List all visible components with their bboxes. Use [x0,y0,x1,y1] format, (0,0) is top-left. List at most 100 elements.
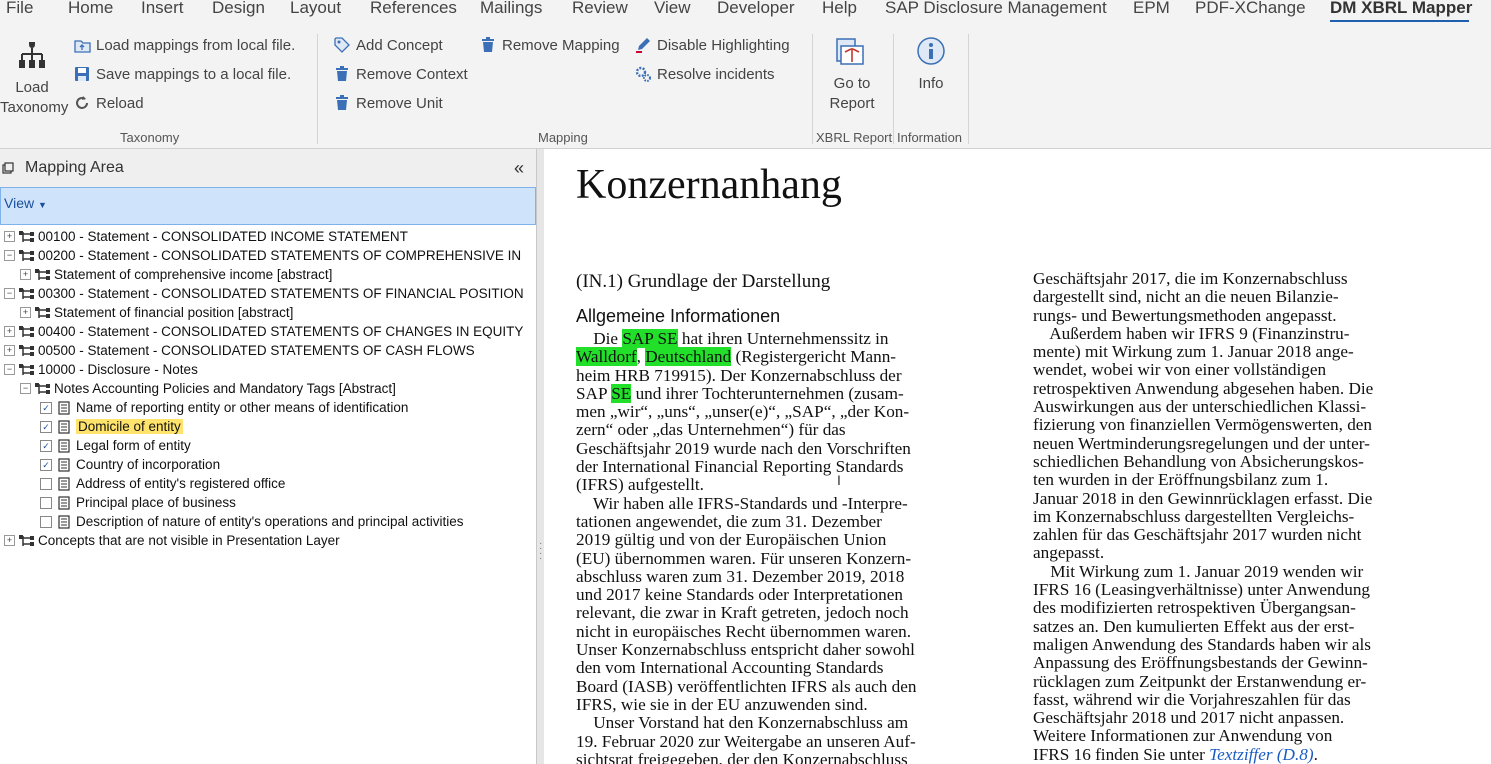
tree-group-row[interactable]: +00100 - Statement - CONSOLIDATED INCOME… [4,227,408,246]
menu-tab-home[interactable]: Home [68,0,113,18]
document-icon [58,420,70,434]
go-to-report-button[interactable]: Go to Report [822,36,882,114]
expand-toggle-icon[interactable]: − [20,383,31,394]
save-mappings-button[interactable]: Save mappings to a local file. [73,65,291,83]
concept-checkbox[interactable]: ✓ [40,440,52,452]
document-text-line: relevant, die zwar in Kraft getreten, je… [576,604,917,622]
tree-concept-row[interactable]: ✓ Name of reporting entity or other means… [40,398,408,417]
tree-concept-row[interactable]: ✓Country of incorporation [40,455,220,474]
tree-group-row[interactable]: −Notes Accounting Policies and Mandatory… [20,379,396,398]
tree-item-label: 00500 - Statement - CONSOLIDATED STATEME… [38,343,475,358]
tree-group-row[interactable]: +Statement of financial position [abstra… [20,303,293,322]
menu-tab-mailings[interactable]: Mailings [480,0,542,18]
trash-icon [333,65,351,83]
document-text-line: Geschäftsjahr 2017, die im Konzernabschl… [1033,270,1373,288]
tree-concept-row[interactable]: Description of nature of entity's operat… [40,512,464,531]
expand-toggle-icon[interactable]: + [4,345,15,356]
cross-reference-link[interactable]: Textziffer (D.8) [1209,745,1313,764]
menu-tab-help[interactable]: Help [822,0,857,18]
menu-tab-epm[interactable]: EPM [1133,0,1170,18]
add-concept-button[interactable]: Add Concept [333,36,443,54]
concept-checkbox[interactable]: ✓ [40,459,52,471]
mapped-text-highlight[interactable]: SAP SE [622,329,677,348]
remove-unit-label: Remove Unit [356,95,443,112]
view-dropdown[interactable]: View ▼ [4,195,47,211]
load-file-icon [73,36,91,54]
menu-tab-review[interactable]: Review [572,0,628,18]
expand-toggle-icon[interactable]: + [4,535,15,546]
text-run: Anpassung des Eröffnungsbestands der Gew… [1033,653,1368,672]
info-button[interactable]: Info [905,36,957,94]
remove-unit-button[interactable]: Remove Unit [333,94,443,112]
menu-tab-pdf-xchange[interactable]: PDF-XChange [1195,0,1306,18]
reload-icon [73,94,91,112]
trash-icon [479,36,497,54]
concept-checkbox[interactable] [40,516,52,528]
chevron-down-icon: ▼ [38,200,47,210]
menu-tab-insert[interactable]: Insert [141,0,184,18]
tree-item-label: Name of reporting entity or other means … [76,400,408,415]
document-text-line: satzes an. Den kumulierten Effekt aus de… [1033,618,1373,636]
concept-checkbox[interactable] [40,478,52,490]
text-run: wendet, wobei wir von einer vollständige… [1033,360,1326,379]
menu-tab-dm-xbrl-mapper[interactable]: DM XBRL Mapper [1330,0,1472,18]
document-text-line: 2019 gültig und von der Europäischen Uni… [576,531,917,549]
group-separator [968,34,969,144]
collapse-pane-icon[interactable]: « [514,158,524,179]
menu-tab-view[interactable]: View [654,0,691,18]
remove-mapping-button[interactable]: Remove Mapping [479,36,620,54]
text-run: ten wurden in der Eröffnungsbilanz zum 1… [1033,470,1328,489]
document-text-line: angepasst. [1033,544,1373,562]
tree-group-row[interactable]: −10000 - Disclosure - Notes [4,360,198,379]
expand-toggle-icon[interactable]: + [4,231,15,242]
load-taxonomy-button[interactable]: Load Taxonomy [0,40,64,118]
text-run: rungs- und Bewertungsmethoden angepasst. [1033,306,1337,325]
expand-toggle-icon[interactable]: + [20,307,31,318]
concept-checkbox[interactable]: ✓ [40,421,52,433]
mapped-text-highlight[interactable]: Deutschland [645,347,731,366]
reload-button[interactable]: Reload [73,94,144,112]
menu-tab-developer[interactable]: Developer [717,0,795,18]
tree-concept-row[interactable]: Principal place of business [40,493,236,512]
menu-tab-references[interactable]: References [370,0,457,18]
tree-concept-row[interactable]: ✓Domicile of entity [40,417,183,436]
tree-group-row[interactable]: −00300 - Statement - CONSOLIDATED STATEM… [4,284,524,303]
pane-splitter[interactable]: ···· [537,149,544,764]
menu-tab-file[interactable]: File [6,0,33,18]
document-text-line: fasst, während wir die Vorjahreszahlen f… [1033,691,1373,709]
text-run: Mit Wirkung zum 1. Januar 2019 wenden wi… [1033,562,1363,581]
document-text-line: Geschäftsjahr 2018 und 2017 nicht anpass… [1033,709,1373,727]
text-run: fasst, während wir die Vorjahreszahlen f… [1033,690,1351,709]
tree-group-row[interactable]: +00500 - Statement - CONSOLIDATED STATEM… [4,341,475,360]
expand-toggle-icon[interactable]: − [4,364,15,375]
expand-toggle-icon[interactable]: − [4,288,15,299]
expand-toggle-icon[interactable]: + [20,269,31,280]
disable-highlighting-button[interactable]: Disable Highlighting [634,36,790,54]
tree-concept-row[interactable]: Address of entity's registered office [40,474,285,493]
tree-concept-row[interactable]: ✓Legal form of entity [40,436,191,455]
tree-group-row[interactable]: −00200 - Statement - CONSOLIDATED STATEM… [4,246,521,265]
tree-group-row[interactable]: +Concepts that are not visible in Presen… [4,531,340,550]
menu-tab-sap-disclosure-management[interactable]: SAP Disclosure Management [885,0,1107,18]
menu-tab-layout[interactable]: Layout [290,0,341,18]
text-run: hat ihren Unternehmenssitz in [678,329,889,348]
document-text-line: und 2017 keine Standards oder Interpreta… [576,586,917,604]
concept-checkbox[interactable] [40,497,52,509]
document-text-line: nicht in europäisches Recht übernommen w… [576,623,917,641]
document-text-line: Außerdem haben wir IFRS 9 (Finanzinstru- [1033,325,1373,343]
resolve-incidents-button[interactable]: Resolve incidents [634,65,775,83]
mapped-text-highlight[interactable]: Walldorf [576,347,637,366]
mapped-text-highlight[interactable]: SE [611,384,631,403]
document-area: Konzernanhang (IN.1) Grundlage der Darst… [544,149,1491,764]
concept-checkbox[interactable]: ✓ [40,402,52,414]
remove-context-button[interactable]: Remove Context [333,65,468,83]
document-text-line: IFRS 16 finden Sie unter Textziffer (D.8… [1033,746,1373,764]
expand-toggle-icon[interactable]: + [4,326,15,337]
load-mappings-button[interactable]: Load mappings from local file. [73,36,295,54]
tree-group-row[interactable]: +00400 - Statement - CONSOLIDATED STATEM… [4,322,523,341]
menu-tab-design[interactable]: Design [212,0,265,18]
expand-toggle-icon[interactable]: − [4,250,15,261]
tree-group-row[interactable]: +Statement of comprehensive income [abst… [20,265,332,284]
go-to-report-label-2: Report [822,94,882,114]
document-text-line: (EU) übernommen waren. Für unseren Konze… [576,550,917,568]
